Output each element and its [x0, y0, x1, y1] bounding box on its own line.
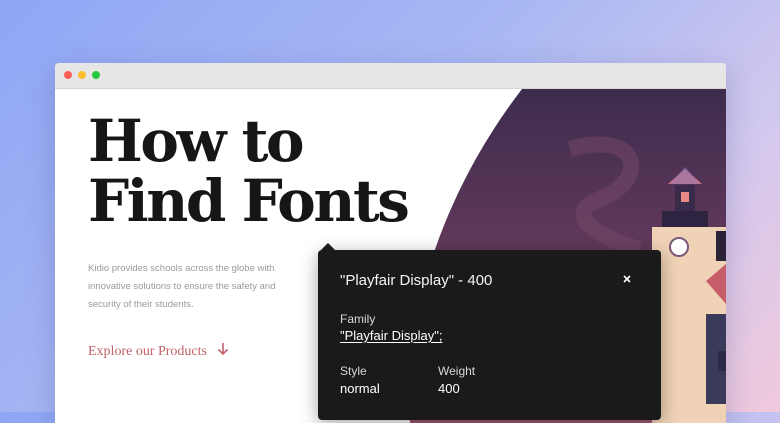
- description-line: innovative solutions to ensure the safet…: [88, 281, 276, 292]
- description-line: security of their students.: [88, 299, 194, 310]
- close-icon[interactable]: [619, 271, 635, 287]
- font-inspector-popup: "Playfair Display" - 400 Family "Playfai…: [318, 243, 661, 420]
- hero-description: Kidio provides schools across the globe …: [88, 260, 288, 314]
- close-window-button[interactable]: [64, 71, 72, 79]
- arrow-down-icon: [217, 342, 229, 361]
- window-titlebar: [55, 63, 726, 89]
- popup-pointer: [321, 243, 335, 250]
- minimize-window-button[interactable]: [78, 71, 86, 79]
- page-headline: How to Find Fonts: [88, 107, 410, 235]
- weight-value: 400: [438, 381, 460, 396]
- explore-products-label: Explore our Products: [88, 343, 207, 359]
- font-title: "Playfair Display" - 400: [340, 272, 493, 289]
- style-value: normal: [340, 381, 380, 396]
- family-value[interactable]: "Playfair Display";: [340, 328, 442, 343]
- maximize-window-button[interactable]: [92, 71, 100, 79]
- family-label: Family: [340, 312, 376, 326]
- description-line: Kidio provides schools across the globe …: [88, 263, 275, 274]
- headline-line-1: How to: [88, 107, 305, 175]
- explore-products-link[interactable]: Explore our Products: [88, 342, 229, 361]
- headline-line-2: Find Fonts: [88, 167, 410, 235]
- weight-label: Weight: [438, 364, 476, 378]
- style-label: Style: [340, 364, 367, 378]
